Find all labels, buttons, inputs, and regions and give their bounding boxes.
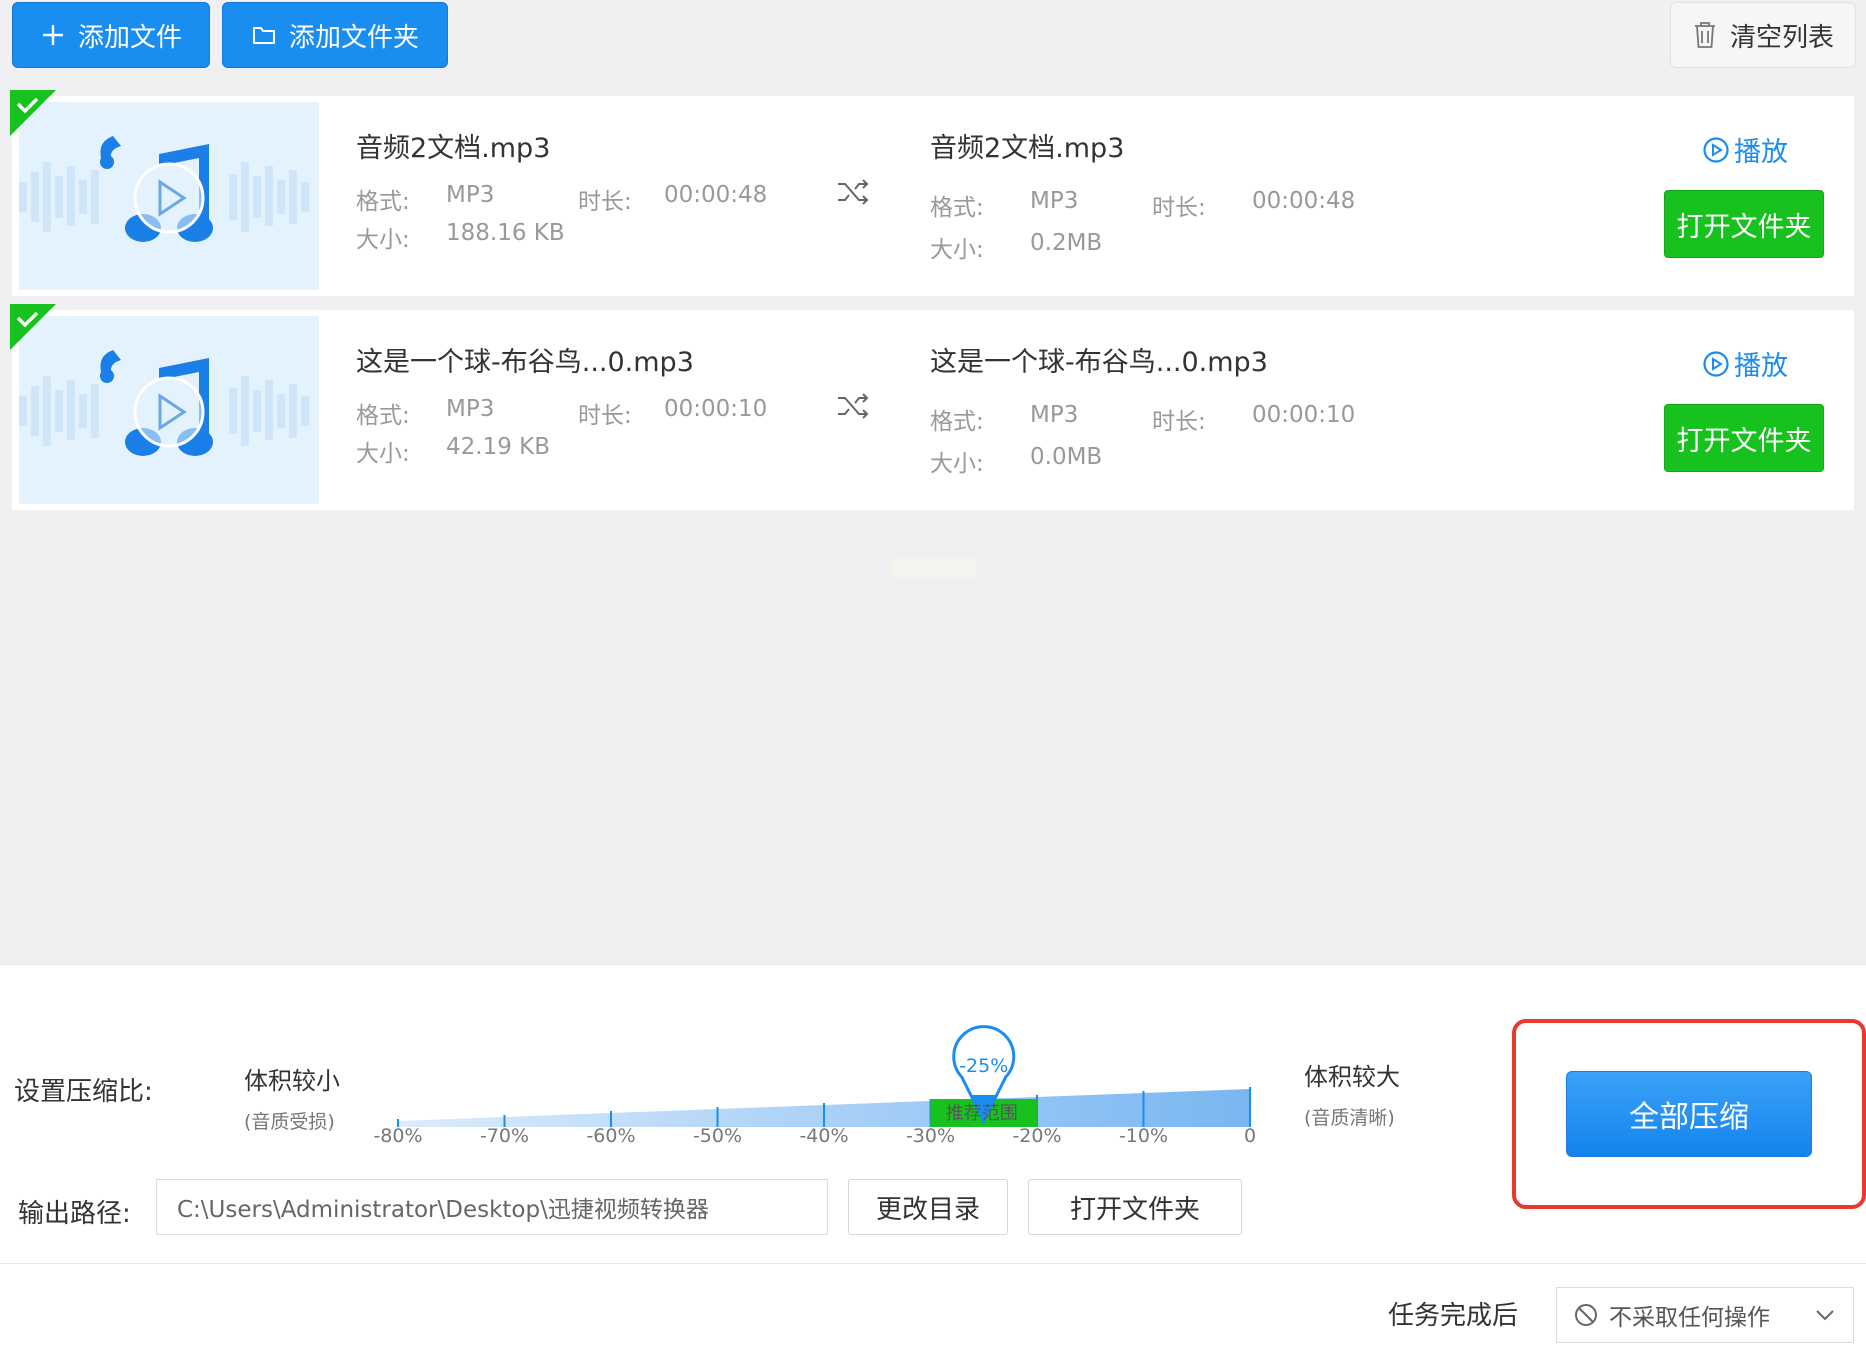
change-directory-button[interactable]: 更改目录	[848, 1179, 1008, 1235]
play-label: 播放	[1734, 137, 1788, 168]
folder-icon	[252, 27, 275, 44]
compression-slider[interactable]	[360, 997, 1260, 1137]
source-format-key: 格式:	[356, 403, 410, 429]
larger-size-sub: (音质清晰)	[1304, 1107, 1395, 1129]
output-size-key: 大小:	[930, 237, 984, 263]
convert-arrow-icon	[835, 174, 871, 210]
slider-tick-label: -20%	[1012, 1125, 1062, 1147]
output-size-key: 大小:	[930, 451, 984, 477]
add-folder-button[interactable]: 添加文件夹	[222, 2, 448, 68]
smaller-size-sub: (音质受损)	[244, 1111, 335, 1133]
slider-tick-label: -70%	[479, 1125, 530, 1147]
slider-tick-label: -40%	[799, 1125, 849, 1147]
play-circle-icon	[1703, 136, 1729, 163]
play-button[interactable]: 播放	[1702, 130, 1788, 169]
file-row: 音频2文档.mp3 格式: MP3 时长: 00:00:48 大小: 188.1…	[10, 90, 1854, 296]
slider-tick-label: -10%	[1118, 1125, 1169, 1147]
output-duration: 00:00:10	[1252, 402, 1356, 428]
add-folder-label: 添加文件夹	[288, 22, 419, 53]
after-task-select[interactable]: 不采取任何操作	[1556, 1287, 1854, 1343]
clear-list-button[interactable]: 清空列表	[1670, 2, 1856, 68]
add-file-button[interactable]: 添加文件	[12, 2, 210, 68]
music-note-icon	[19, 350, 309, 456]
source-format: MP3	[446, 182, 495, 208]
source-size: 188.16 KB	[446, 220, 565, 246]
output-path-input[interactable]: C:\Users\Administrator\Desktop\迅捷视频转换器	[156, 1179, 828, 1235]
after-task-selected: 不采取任何操作	[1609, 1305, 1770, 1331]
output-file-name: 音频2文档.mp3	[930, 133, 1125, 164]
source-size-key: 大小:	[356, 441, 410, 467]
clear-list-label: 清空列表	[1729, 22, 1834, 53]
open-folder-button[interactable]: 打开文件夹	[1664, 404, 1824, 472]
chevron-down-icon	[1816, 1310, 1834, 1321]
recommended-range-label: 推荐范围	[945, 1103, 1018, 1124]
check-icon	[10, 304, 56, 350]
play-button[interactable]: 播放	[1702, 344, 1788, 383]
source-size-key: 大小:	[356, 227, 410, 253]
source-size: 42.19 KB	[446, 434, 551, 460]
larger-size-label: 体积较大	[1304, 1063, 1400, 1091]
output-size: 0.2MB	[1030, 230, 1103, 256]
list-placeholder	[892, 558, 976, 578]
output-duration-key: 时长:	[1152, 409, 1206, 435]
add-file-label: 添加文件	[77, 22, 182, 53]
output-duration-key: 时长:	[1152, 195, 1206, 221]
audio-thumbnail	[19, 102, 319, 290]
slider-tick-label: -60%	[586, 1125, 636, 1147]
plus-icon	[42, 25, 63, 45]
output-size: 0.0MB	[1030, 444, 1103, 470]
source-file-name: 音频2文档.mp3	[356, 133, 551, 164]
output-format-key: 格式:	[930, 409, 984, 435]
divider	[0, 1263, 1866, 1264]
source-duration: 00:00:48	[664, 182, 768, 208]
source-format-key: 格式:	[356, 189, 410, 215]
slider-tick-label: -50%	[692, 1125, 743, 1147]
output-file-name: 这是一个球-布谷鸟...0.mp3	[930, 347, 1268, 378]
open-output-folder-button[interactable]: 打开文件夹	[1028, 1179, 1242, 1235]
output-path-label: 输出路径:	[18, 1199, 131, 1229]
output-format: MP3	[1030, 402, 1079, 428]
compression-ratio-label: 设置压缩比:	[14, 1077, 153, 1107]
output-duration: 00:00:48	[1252, 188, 1356, 214]
open-folder-button[interactable]: 打开文件夹	[1664, 190, 1824, 258]
trash-icon	[1694, 22, 1715, 48]
source-file-name: 这是一个球-布谷鸟...0.mp3	[356, 347, 694, 378]
smaller-size-label: 体积较小	[244, 1067, 340, 1095]
file-row: 这是一个球-布谷鸟...0.mp3 格式: MP3 时长: 00:00:10 大…	[10, 304, 1854, 510]
source-format: MP3	[446, 396, 495, 422]
output-format: MP3	[1030, 188, 1079, 214]
slider-tick-label: 0	[1243, 1125, 1257, 1147]
ban-icon	[1575, 1304, 1597, 1326]
music-note-icon	[19, 136, 309, 242]
output-format-key: 格式:	[930, 195, 984, 221]
play-circle-icon	[1703, 350, 1729, 377]
audio-thumbnail	[19, 316, 319, 504]
slider-tick-label: -30%	[905, 1125, 956, 1147]
after-task-label: 任务完成后	[1388, 1301, 1519, 1331]
source-duration-key: 时长:	[578, 189, 632, 215]
compression-value-label: -25%	[959, 1055, 1009, 1077]
settings-panel: 设置压缩比: 体积较小 (音质受损) 体积较大 (音质清晰) -25% 推荐范围…	[0, 964, 1866, 1348]
play-label: 播放	[1734, 351, 1788, 382]
source-duration-key: 时长:	[578, 403, 632, 429]
check-icon	[10, 90, 56, 136]
convert-arrow-icon	[835, 388, 871, 424]
compress-all-button[interactable]: 全部压缩	[1566, 1071, 1812, 1157]
source-duration: 00:00:10	[664, 396, 768, 422]
slider-tick-label: -80%	[373, 1125, 423, 1147]
